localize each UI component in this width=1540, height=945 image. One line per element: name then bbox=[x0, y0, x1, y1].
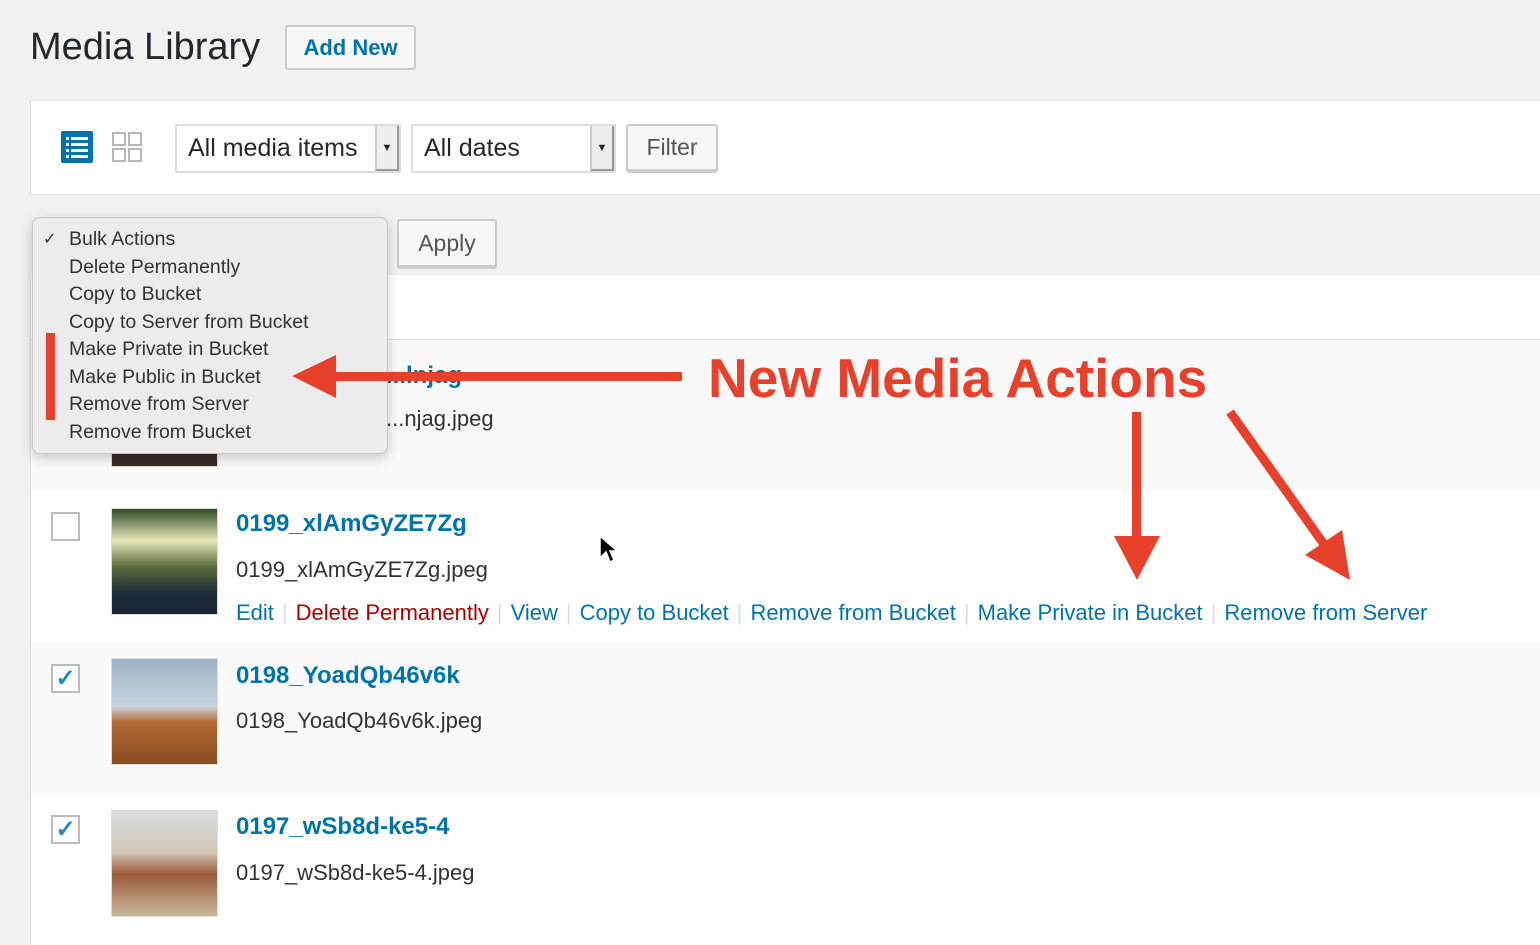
arrow-down bbox=[1114, 412, 1160, 580]
highlight-bar bbox=[46, 333, 55, 420]
arrow-diagonal bbox=[1226, 409, 1350, 580]
arrow-left bbox=[292, 355, 682, 398]
mouse-cursor-icon bbox=[598, 534, 619, 571]
annotation-arrows bbox=[46, 333, 1350, 580]
annotation-label: New Media Actions bbox=[708, 347, 1208, 409]
